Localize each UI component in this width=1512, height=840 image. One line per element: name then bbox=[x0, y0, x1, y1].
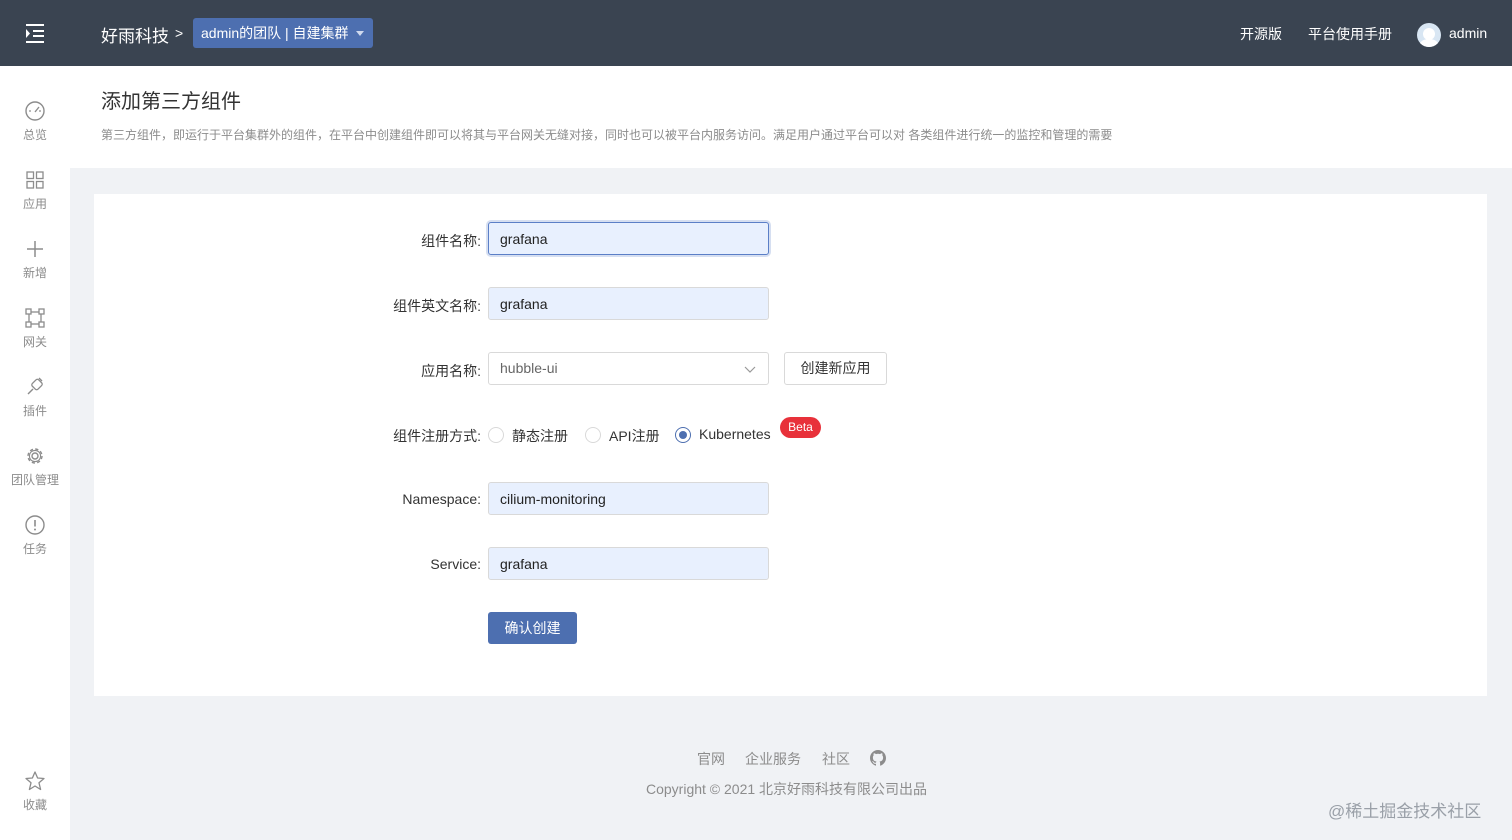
radio-static-registration[interactable] bbox=[488, 427, 504, 443]
plugin-icon bbox=[27, 377, 43, 395]
sidebar-item-tasks[interactable]: 任务 bbox=[0, 514, 70, 572]
radio-label-kubernetes: Kubernetes bbox=[699, 426, 771, 442]
brand-name[interactable]: 好雨科技 bbox=[101, 22, 169, 47]
page-description: 第三方组件，即运行于平台集群外的组件，在平台中创建组件即可以将其与平台网关无缝对… bbox=[101, 128, 1113, 142]
sidebar-item-label: 任务 bbox=[22, 542, 47, 556]
menu-fold-icon[interactable] bbox=[22, 20, 48, 46]
top-header: 好雨科技 > admin的团队 | 自建集群 开源版 平台使用手册 admin bbox=[0, 0, 1512, 66]
sidebar-item-label: 应用 bbox=[22, 197, 47, 211]
sidebar-item-add[interactable]: 新增 bbox=[0, 238, 70, 296]
chevron-down-icon bbox=[744, 366, 756, 373]
sidebar-item-gateway[interactable]: 网关 bbox=[0, 307, 70, 365]
plus-icon bbox=[27, 241, 43, 257]
team-cluster-selector[interactable]: admin的团队 | 自建集群 bbox=[193, 18, 373, 48]
app-name-select[interactable]: hubble-ui bbox=[488, 352, 769, 385]
radio-label-static: 静态注册 bbox=[512, 428, 568, 444]
sidebar-item-team-management[interactable]: 团队管理 bbox=[0, 445, 70, 503]
namespace-input[interactable] bbox=[488, 482, 769, 515]
star-icon bbox=[25, 771, 45, 791]
gateway-icon bbox=[25, 308, 45, 328]
avatar[interactable] bbox=[1417, 23, 1441, 47]
registration-method-label: 组件注册方式: bbox=[393, 428, 481, 444]
user-name[interactable]: admin bbox=[1449, 25, 1487, 41]
component-en-name-label: 组件英文名称: bbox=[393, 298, 481, 314]
service-label: Service: bbox=[430, 556, 481, 572]
page-title: 添加第三方组件 bbox=[101, 91, 241, 113]
sidebar-item-label: 团队管理 bbox=[10, 473, 59, 487]
footer-link-enterprise[interactable]: 企业服务 bbox=[745, 749, 801, 769]
footer-link-official-site[interactable]: 官网 bbox=[697, 749, 725, 769]
create-app-button[interactable]: 创建新应用 bbox=[784, 352, 887, 385]
github-icon[interactable] bbox=[870, 750, 886, 766]
radio-api-registration[interactable] bbox=[585, 427, 601, 443]
open-source-link[interactable]: 开源版 bbox=[1240, 24, 1282, 44]
namespace-label: Namespace: bbox=[402, 491, 481, 507]
watermark: @稀土掘金技术社区 bbox=[1328, 802, 1482, 821]
beta-badge: Beta bbox=[780, 417, 821, 438]
component-name-label: 组件名称: bbox=[421, 233, 481, 249]
radio-label-api: API注册 bbox=[609, 428, 660, 444]
footer-link-community[interactable]: 社区 bbox=[822, 749, 850, 769]
apps-grid-icon bbox=[26, 171, 44, 189]
service-input[interactable] bbox=[488, 547, 769, 580]
team-cluster-label: admin的团队 | 自建集群 bbox=[201, 25, 349, 41]
sidebar-item-apps[interactable]: 应用 bbox=[0, 169, 70, 227]
radio-kubernetes[interactable] bbox=[675, 427, 691, 443]
confirm-create-button[interactable]: 确认创建 bbox=[488, 612, 577, 644]
sidebar-item-label: 插件 bbox=[22, 404, 47, 418]
component-name-input[interactable] bbox=[488, 222, 769, 255]
component-en-name-input[interactable] bbox=[488, 287, 769, 320]
app-name-selected: hubble-ui bbox=[500, 360, 558, 376]
breadcrumb-separator: > bbox=[175, 25, 184, 41]
gear-icon bbox=[27, 448, 43, 464]
sidebar: 总览 应用 新增 网关 插件 团队管理 任务 收藏 bbox=[0, 66, 70, 840]
sidebar-item-favorites[interactable]: 收藏 bbox=[0, 770, 70, 828]
page-header: 添加第三方组件 第三方组件，即运行于平台集群外的组件，在平台中创建组件即可以将其… bbox=[70, 66, 1512, 168]
dashboard-icon bbox=[25, 101, 45, 121]
sidebar-item-label: 网关 bbox=[22, 335, 47, 349]
manual-link[interactable]: 平台使用手册 bbox=[1308, 24, 1392, 44]
exclamation-circle-icon bbox=[25, 515, 45, 535]
copyright-text: Copyright © 2021 北京好雨科技有限公司出品 bbox=[646, 781, 928, 797]
caret-down-icon bbox=[356, 31, 364, 36]
sidebar-item-label: 收藏 bbox=[22, 798, 47, 812]
sidebar-item-plugins[interactable]: 插件 bbox=[0, 376, 70, 434]
sidebar-item-overview[interactable]: 总览 bbox=[0, 100, 70, 158]
app-name-label: 应用名称: bbox=[421, 363, 481, 379]
sidebar-item-label: 新增 bbox=[22, 266, 47, 280]
sidebar-item-label: 总览 bbox=[22, 128, 47, 142]
